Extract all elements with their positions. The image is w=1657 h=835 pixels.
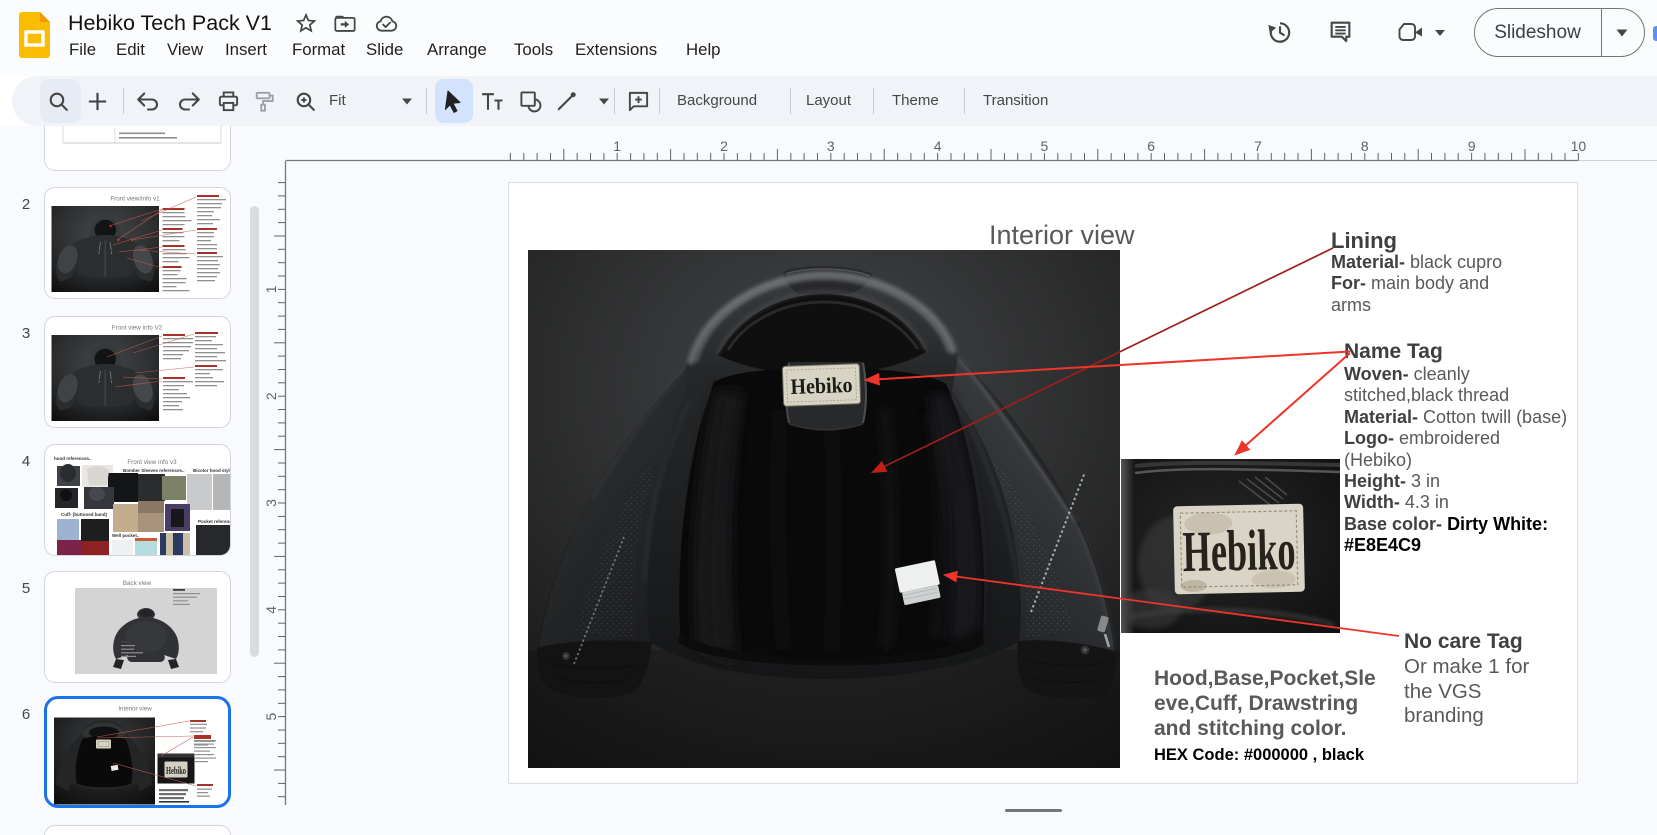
- svg-text:10: 10: [1571, 138, 1587, 154]
- svg-text:4: 4: [263, 606, 279, 614]
- svg-text:7: 7: [1254, 138, 1262, 154]
- svg-text:8: 8: [1361, 138, 1369, 154]
- svg-text:3: 3: [263, 499, 279, 507]
- svg-text:9: 9: [1468, 138, 1476, 154]
- svg-text:2: 2: [720, 138, 728, 154]
- svg-text:5: 5: [263, 712, 279, 720]
- svg-text:5: 5: [1041, 138, 1049, 154]
- svg-text:3: 3: [827, 138, 835, 154]
- svg-text:1: 1: [263, 285, 279, 293]
- svg-text:2: 2: [263, 392, 279, 400]
- svg-text:6: 6: [1147, 138, 1155, 154]
- svg-text:4: 4: [934, 138, 942, 154]
- svg-text:1: 1: [613, 138, 621, 154]
